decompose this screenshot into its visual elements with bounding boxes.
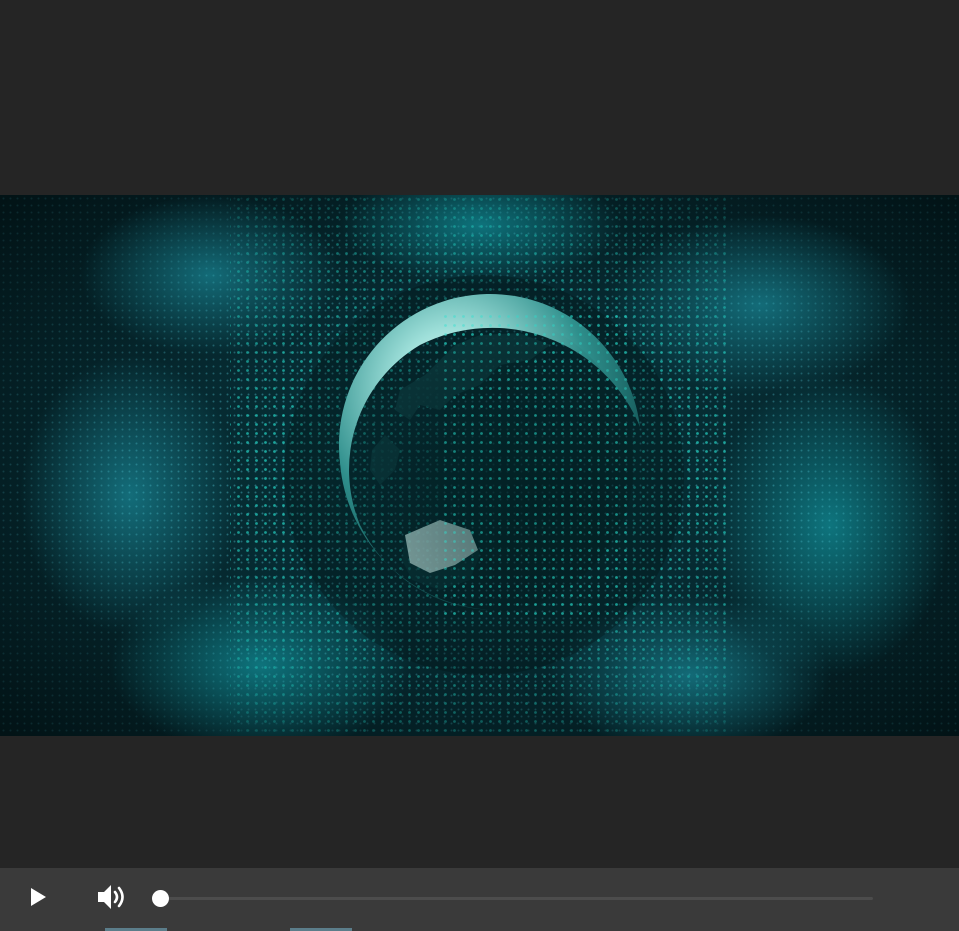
video-frame[interactable] xyxy=(0,195,959,736)
video-player xyxy=(0,0,959,931)
seek-handle[interactable] xyxy=(152,890,169,907)
play-icon xyxy=(31,888,46,906)
player-controls xyxy=(0,868,959,931)
volume-icon xyxy=(98,885,124,909)
play-button[interactable] xyxy=(18,868,58,926)
seek-track xyxy=(153,897,873,900)
volume-button[interactable] xyxy=(90,868,134,926)
video-image xyxy=(0,195,959,736)
seek-bar[interactable] xyxy=(152,890,873,907)
